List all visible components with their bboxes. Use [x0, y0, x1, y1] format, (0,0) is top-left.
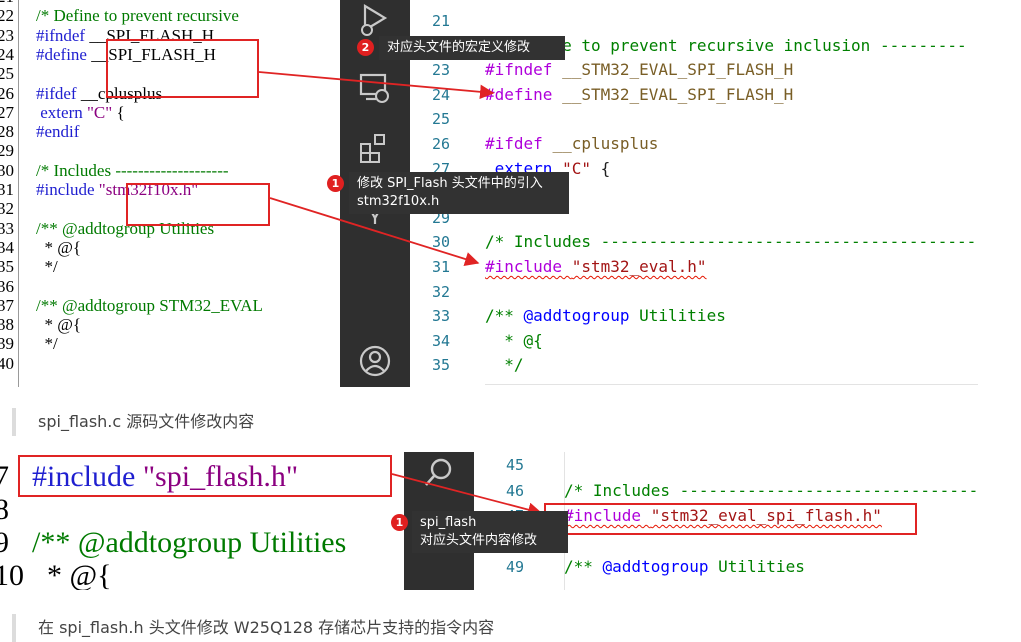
callout-1-tooltip: 修改 SPI_Flash 头文件中的引入 stm32f10x.h	[349, 172, 569, 214]
callout-3-line2: 对应头文件内容修改	[420, 533, 538, 548]
caption-1: spi_flash.c 源码文件修改内容	[12, 408, 254, 436]
callout-1-line1: 修改 SPI_Flash 头文件中的引入	[357, 176, 543, 191]
callout-2-text: 对应头文件的宏定义修改	[387, 40, 531, 55]
callout-3-badge: 1	[391, 514, 408, 531]
callout-1-line2: stm32f10x.h	[357, 194, 440, 209]
callout-1-badge: 1	[327, 175, 344, 192]
callout-3-line1: spi_flash	[420, 515, 477, 530]
callout-3-tooltip: spi_flash 对应头文件内容修改	[412, 511, 568, 553]
callout-2-badge: 2	[357, 39, 374, 56]
callout-2-tooltip: 对应头文件的宏定义修改	[379, 36, 565, 60]
